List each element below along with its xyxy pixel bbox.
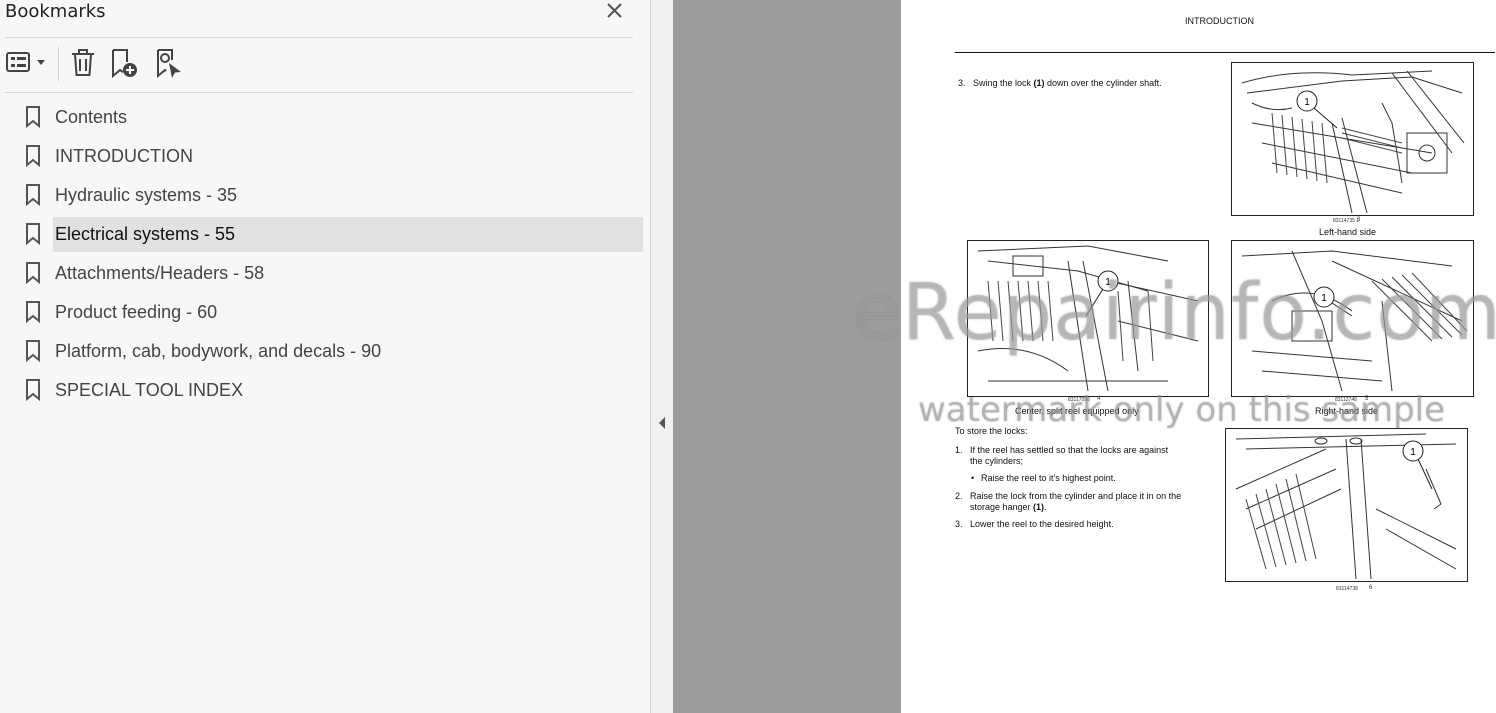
header-divider: [5, 37, 633, 38]
step-text: If the reel has settled so that the lock…: [970, 445, 1169, 455]
bookmark-item[interactable]: Contents: [0, 98, 650, 137]
new-bookmark-button[interactable]: [110, 48, 140, 84]
delete-bookmark-button[interactable]: [70, 48, 96, 82]
collapse-left-icon: [659, 417, 665, 429]
panel-splitter[interactable]: [650, 0, 673, 713]
step-text: storage hanger (1).: [970, 502, 1047, 513]
bookmark-label: INTRODUCTION: [55, 146, 193, 166]
bookmark-icon: [26, 184, 40, 206]
bookmarks-toolbar: [0, 40, 650, 90]
watermark-site: eRepairinfo.com: [853, 268, 1496, 358]
figure-caption: Left-hand side: [1319, 227, 1377, 237]
bookmark-item[interactable]: Platform, cab, bodywork, and decals - 90: [0, 332, 650, 371]
step-number: 3.: [958, 78, 966, 88]
panel-title: Bookmarks: [5, 1, 106, 22]
bookmark-label: Contents: [55, 107, 128, 127]
figure-number: 6: [1369, 585, 1373, 591]
bullet-text: Raise the reel to it's highest point.: [981, 473, 1116, 483]
bookmark-item[interactable]: Product feeding - 60: [0, 293, 650, 332]
bookmark-label: Platform, cab, bodywork, and decals - 90: [55, 341, 382, 361]
figure-code: 83114735 1: [1333, 218, 1360, 224]
bullet-marker: •: [971, 473, 975, 483]
bookmark-item[interactable]: Hydraulic systems - 35: [0, 176, 650, 215]
add-bookmark-icon: [112, 49, 137, 79]
find-bookmark-button[interactable]: [155, 48, 183, 84]
callout-reference: (1): [1033, 502, 1045, 512]
find-bookmark-icon: [157, 49, 181, 79]
step-number: 3.: [955, 519, 963, 529]
page-header: INTRODUCTION: [1185, 16, 1254, 26]
options-button[interactable]: [5, 50, 49, 80]
step-number: 1.: [955, 445, 963, 455]
step-number: 2.: [955, 491, 963, 501]
options-list-icon: [6, 52, 45, 72]
panel-header: Bookmarks: [0, 0, 650, 36]
bookmark-icon: [26, 145, 40, 167]
step-text: Lower the reel to the desired height.: [970, 519, 1114, 529]
bookmark-item[interactable]: INTRODUCTION: [0, 137, 650, 176]
step-text-part: Swing the lock: [973, 78, 1034, 88]
step-text-part: down over the cylinder shaft.: [1044, 78, 1162, 88]
bookmark-icon: [26, 379, 40, 401]
bookmark-icon: [26, 301, 40, 323]
figure-storage-hanger: 1: [1225, 428, 1468, 582]
bookmark-label: Product feeding - 60: [55, 302, 218, 322]
bookmark-label: Attachments/Headers - 58: [55, 263, 265, 283]
figure-left-hand-side: 1: [1231, 62, 1474, 216]
bookmark-item[interactable]: SPECIAL TOOL INDEX: [0, 371, 650, 410]
bookmark-icon: [26, 340, 40, 362]
step-text-part: storage hanger: [970, 502, 1034, 512]
step-text: the cylinders;: [970, 456, 1024, 466]
reel-drawing: 1: [1235, 433, 1457, 580]
close-icon: [607, 3, 622, 18]
step-text: Swing the lock (1) down over the cylinde…: [973, 78, 1162, 89]
bookmark-item[interactable]: Attachments/Headers - 58: [0, 254, 650, 293]
bookmarks-panel: Bookmarks Contents INTRODUCTION Hydrauli…: [0, 0, 650, 713]
bookmark-icon: [26, 106, 40, 128]
figure-code: 83114738: [1336, 586, 1358, 592]
toolbar-divider: [58, 47, 59, 81]
step-text: Raise the lock from the cylinder and pla…: [970, 491, 1182, 501]
watermark-notice: watermark only on this sample: [918, 390, 1446, 430]
callout-reference: (1): [1033, 78, 1045, 88]
bookmark-icon: [26, 223, 40, 245]
bookmark-label: Hydraulic systems - 35: [55, 185, 238, 205]
callout-label: 1: [1304, 97, 1310, 108]
bookmark-label: SPECIAL TOOL INDEX: [55, 380, 244, 400]
toolbar-divider-bottom: [5, 92, 633, 93]
figure-number: 3: [1357, 217, 1361, 223]
bookmark-list: Contents INTRODUCTION Hydraulic systems …: [0, 98, 650, 410]
trash-icon: [72, 49, 94, 76]
close-panel-button[interactable]: [604, 0, 626, 22]
bookmark-label: Electrical systems - 55: [55, 224, 236, 244]
header-rule: [955, 52, 1495, 53]
reel-drawing: 1: [1241, 70, 1465, 214]
callout-label: 1: [1410, 447, 1416, 458]
bookmark-icon: [26, 262, 40, 284]
step-text-part: .: [1044, 502, 1047, 512]
bookmark-item-selected[interactable]: Electrical systems - 55: [0, 215, 650, 254]
